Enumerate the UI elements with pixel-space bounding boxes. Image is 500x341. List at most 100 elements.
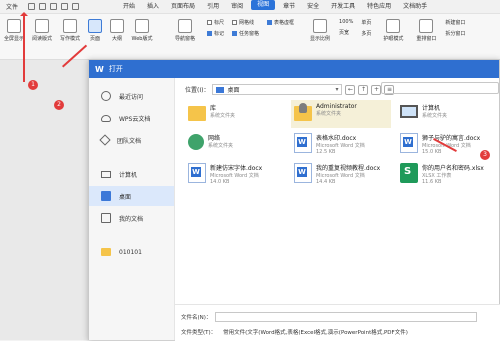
file-name: 库 (210, 105, 217, 112)
location-bar: 位置(I)： 桌面 ▾ ← ↑ + ≡ (185, 84, 395, 95)
window-group: 新建窗口 拆分窗口 (445, 19, 465, 37)
document-margin-left (0, 60, 88, 340)
tab-8[interactable]: 开发工具 (325, 0, 361, 14)
my-docs-icon (101, 213, 111, 223)
tab-9[interactable]: 特色应用 (361, 0, 397, 14)
checkbox-label: 标尺 (214, 20, 225, 26)
file-item[interactable]: 表格水印.docxMicrosoft Word 文档12.5 KB (291, 130, 391, 158)
team-icon (99, 134, 111, 146)
ribbon-checkbox[interactable]: 表格虚框 (267, 19, 294, 26)
tab-5[interactable]: 视图 (251, 0, 276, 10)
filetype-select[interactable]: 常用文件(文字(Word格式,表格(Excel格式,演示(PowerPoint格… (220, 327, 478, 337)
dialog-title: 打开 (108, 65, 123, 73)
filename-input[interactable] (215, 312, 478, 322)
back-icon[interactable]: ← (345, 84, 356, 95)
file-item[interactable]: 网络 系统文件夹 (185, 130, 285, 158)
undo-icon[interactable] (61, 3, 69, 10)
nav-item-2[interactable]: 团队文档 (89, 130, 174, 150)
file-item[interactable]: 新建仿宋字体.docxMicrosoft Word 文档14.0 KB (185, 160, 285, 188)
zoom-group: 100% 页宽 (339, 19, 353, 36)
nav-item-label: 010101 (119, 248, 142, 256)
zoom-button[interactable]: 显示比例 (306, 19, 334, 42)
view-button-1[interactable]: 阅读版式 (29, 19, 55, 42)
file-name: 狮子与驴的寓言.docx (422, 135, 481, 142)
redo-icon[interactable] (72, 3, 80, 10)
file-menu[interactable]: 文件 (0, 2, 24, 11)
split-window[interactable]: 拆分窗口 (445, 30, 465, 37)
chevron-down-icon: ▾ (335, 86, 339, 93)
view-button-5[interactable]: Web版式 (129, 19, 155, 42)
new-window[interactable]: 新建窗口 (445, 19, 465, 26)
file-name: 网络 (208, 135, 221, 142)
view-mode-icon (7, 19, 21, 33)
view-button-4[interactable]: 大纲 (107, 19, 127, 42)
nav-pane-button[interactable]: 导航窗格 (168, 19, 202, 42)
view-button-label: Web版式 (131, 36, 153, 42)
file-name: Administrator (316, 103, 357, 110)
nav-item-label: 团队文档 (117, 137, 142, 145)
file-name: 你的用户名和密码.xlsx (422, 165, 484, 172)
file-name: 表格水印.docx (316, 135, 357, 142)
library-folder-icon (188, 106, 206, 121)
file-text: 我的重复视频教程.docx Microsoft Word 文档 14.4 KB (316, 160, 380, 185)
file-item[interactable]: Administrator 系统文件夹 (291, 100, 391, 128)
nav-item-label: 桌面 (119, 193, 132, 201)
checkbox-label: 任务窗格 (239, 31, 260, 37)
eye-mode-button[interactable]: 护眼模式 (379, 19, 407, 42)
search-input[interactable] (381, 82, 499, 94)
file-text: 狮子与驴的寓言.docx Microsoft Word 文档 15.0 KB (422, 130, 480, 155)
tab-7[interactable]: 安全 (301, 0, 325, 14)
ribbon-checkbox[interactable]: 任务窗格 (232, 30, 259, 37)
nav-item-0[interactable]: 最近访问 (89, 86, 174, 106)
file-text: 新建仿宋字体.docx Microsoft Word 文档 14.0 KB (210, 160, 262, 185)
file-item[interactable]: 库系统文件夹 (185, 100, 285, 128)
file-name: 计算机 (422, 105, 441, 112)
checkbox-icon (207, 31, 212, 36)
view-button-2[interactable]: 写作模式 (57, 19, 83, 42)
zoom-100[interactable]: 100% (339, 19, 353, 25)
new-folder-icon[interactable]: + (371, 84, 382, 95)
file-type: 系统文件夹 (208, 143, 234, 149)
dialog-titlebar: W 打开 (89, 60, 499, 78)
multi-page[interactable]: 多页 (361, 30, 371, 37)
preview-icon[interactable] (50, 3, 58, 10)
checkbox-icon (267, 20, 273, 25)
view-button-3[interactable]: 页面 (85, 19, 105, 42)
nav-item-5[interactable]: 我的文档 (89, 208, 174, 228)
nav-item-3[interactable]: 计算机 (89, 164, 174, 184)
file-item[interactable]: 计算机 系统文件夹 (397, 100, 497, 128)
location-value: 桌面 (227, 87, 240, 94)
ribbon-checkbox[interactable]: 标尺 (207, 19, 224, 26)
file-text: 网络 系统文件夹 (208, 130, 233, 149)
file-item[interactable]: 我的重复视频教程.docxMicrosoft Word 文档14.4 KB (291, 160, 391, 188)
tab-1[interactable]: 插入 (141, 0, 165, 14)
page-width[interactable]: 页宽 (339, 29, 353, 36)
filename-row: 文件名(N)： (181, 312, 478, 322)
tab-10[interactable]: 文档助手 (397, 0, 433, 14)
tab-2[interactable]: 页面布局 (165, 0, 201, 14)
tab-6[interactable]: 章节 (277, 0, 301, 14)
checks-group-2: 网格线任务窗格 (232, 19, 259, 37)
nav-item-1[interactable]: WPS云文档 (89, 108, 174, 128)
desktop-icon (101, 191, 111, 201)
rearrange-button[interactable]: 重排窗口 (412, 19, 440, 42)
up-folder-icon[interactable]: ↑ (358, 84, 369, 95)
tab-3[interactable]: 引用 (201, 0, 225, 14)
dialog-nav: 最近访问 WPS云文档团队文档计算机桌面我的文档 010101 (89, 78, 175, 340)
print-icon[interactable] (39, 3, 47, 10)
user-folder-icon (294, 103, 312, 121)
tab-0[interactable]: 开始 (117, 0, 141, 14)
nav-item-6[interactable]: 010101 (89, 242, 174, 262)
single-page[interactable]: 单页 (361, 19, 371, 26)
ribbon-checkbox[interactable]: 网格线 (232, 19, 259, 26)
tab-4[interactable]: 审阅 (225, 0, 249, 14)
ribbon-checkbox[interactable]: 标记 (207, 30, 224, 37)
zoom-icon (313, 19, 328, 33)
view-mode-icon (88, 19, 102, 33)
file-type: 系统文件夹 (422, 113, 448, 119)
nav-item-4[interactable]: 桌面 (89, 186, 174, 206)
file-text: 你的用户名和密码.xlsx XLSX 工作表 11.6 KB (422, 160, 484, 185)
file-item[interactable]: 你的用户名和密码.xlsxXLSX 工作表11.6 KB (397, 160, 497, 188)
save-icon[interactable] (28, 3, 36, 10)
location-select[interactable]: 桌面 ▾ (212, 84, 343, 95)
